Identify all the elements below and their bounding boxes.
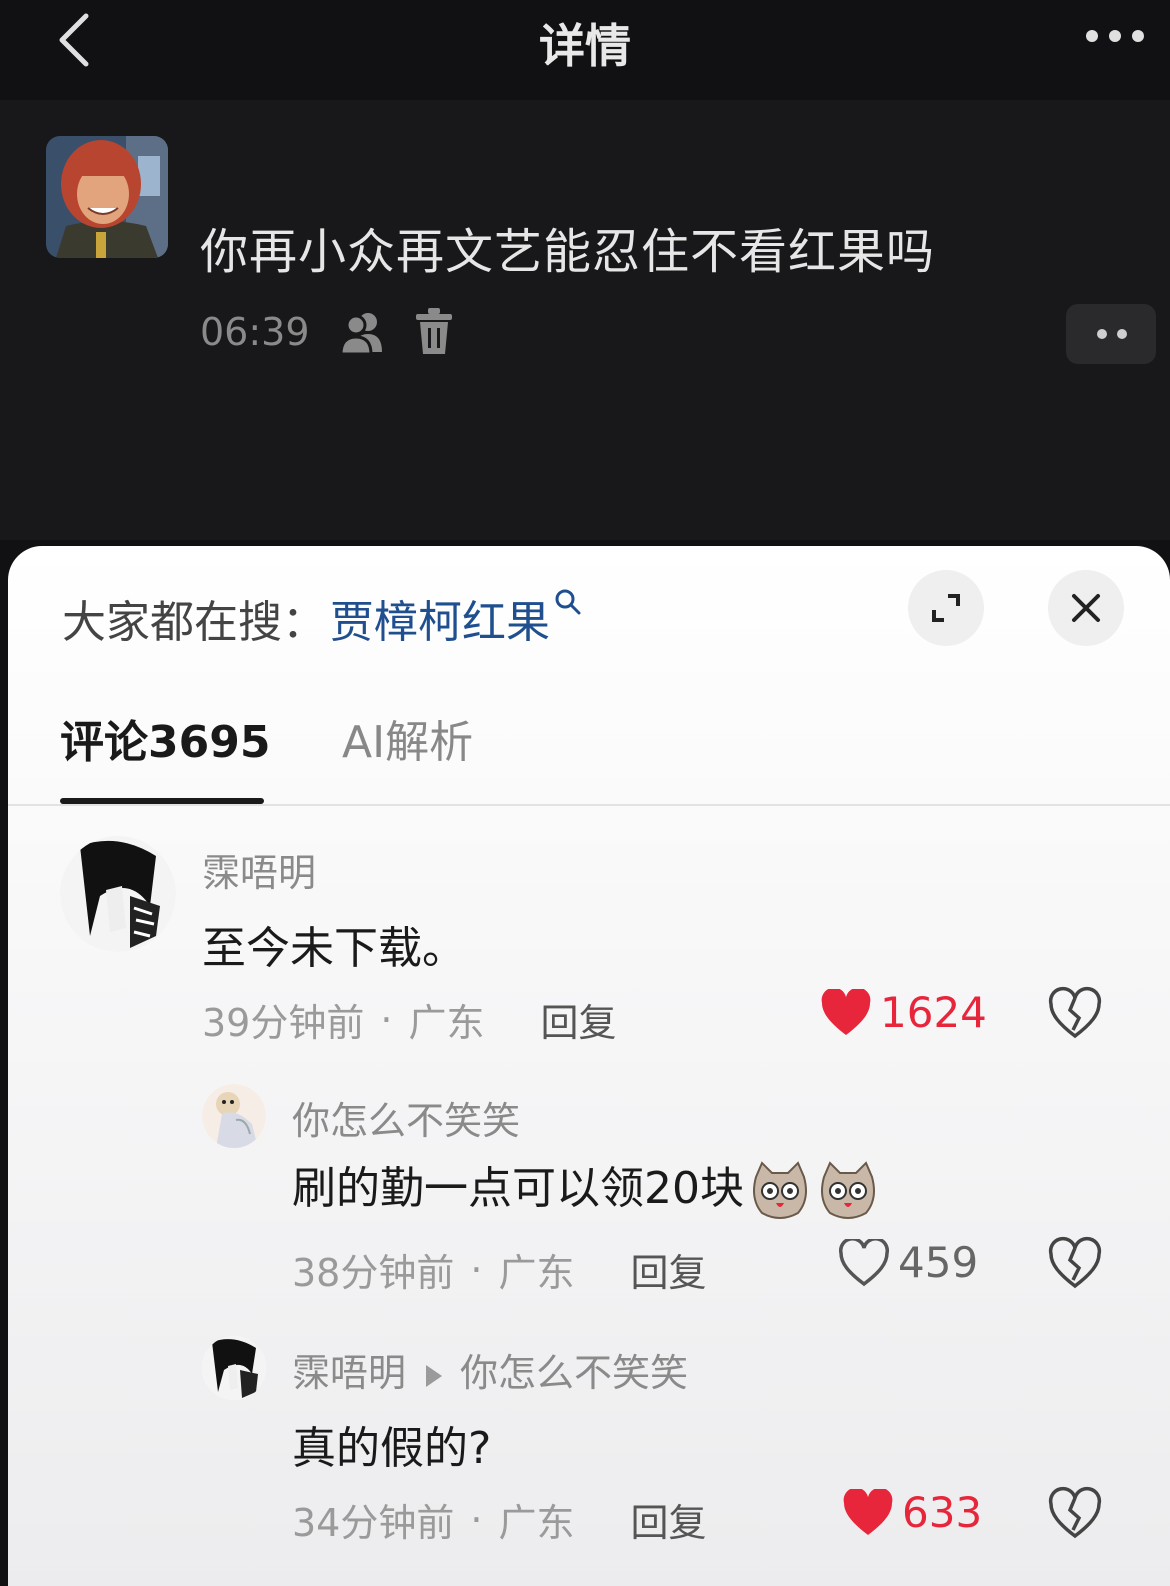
meta-separator: ·: [470, 1497, 483, 1542]
comment-meta: 39分钟前 · 广东 回复: [202, 992, 616, 1047]
meta-separator: ·: [380, 997, 393, 1042]
like-button[interactable]: 1624: [820, 988, 987, 1037]
expand-icon: [932, 594, 960, 622]
like-button[interactable]: 633: [842, 1488, 982, 1537]
comment-time: 39分钟前: [202, 1001, 365, 1045]
comment-text-content: 刷的勤一点可以领20块: [292, 1163, 744, 1214]
heart-filled-icon: [843, 1488, 893, 1535]
comment-text: 刷的勤一点可以领20块: [292, 1152, 880, 1223]
reply-button[interactable]: 回复: [630, 1492, 706, 1547]
tab-comments[interactable]: 评论3695: [60, 706, 270, 770]
reply-button[interactable]: 回复: [540, 992, 616, 1047]
broken-heart-icon: [1048, 986, 1102, 1039]
post-time: 06:39: [200, 310, 310, 354]
search-icon: [555, 589, 581, 615]
like-count: 1624: [880, 988, 987, 1037]
trash-icon[interactable]: [414, 308, 454, 356]
close-icon: [1072, 594, 1100, 622]
ellipsis-icon: [1086, 30, 1144, 42]
reply-target-author[interactable]: 你怎么不笑笑: [460, 1351, 688, 1395]
heart-filled-icon: [821, 988, 871, 1035]
comment-time: 38分钟前: [292, 1251, 455, 1295]
dislike-button[interactable]: [1048, 1236, 1102, 1290]
active-tab-indicator: [60, 798, 264, 804]
trending-search-term[interactable]: 贾樟柯红果: [330, 586, 550, 650]
post-meta: 06:39: [200, 306, 454, 358]
comment-time: 34分钟前: [292, 1501, 455, 1545]
like-button[interactable]: 459: [838, 1238, 978, 1287]
ellipsis-icon: [1097, 329, 1127, 339]
like-count: 633: [902, 1488, 983, 1537]
page-title: 详情: [539, 19, 631, 73]
close-button[interactable]: [1048, 570, 1124, 646]
comment-meta: 38分钟前 · 广东 回复: [292, 1242, 706, 1297]
post-text: 你再小众再文艺能忍住不看红果吗: [200, 224, 936, 280]
like-count: 459: [898, 1238, 979, 1287]
comment-text: 至今未下载。: [202, 923, 466, 974]
avatar[interactable]: [202, 1084, 266, 1148]
friends-visibility-icon[interactable]: [338, 308, 386, 356]
broken-heart-icon: [1048, 1236, 1102, 1289]
comment-location: 广东: [498, 1501, 575, 1545]
expand-button[interactable]: [908, 570, 984, 646]
comment-sheet: 大家都在搜： 贾樟柯红果 评论3695 AI解析 霂唔明 至今未下载。 39分钟…: [8, 546, 1170, 1586]
cat-emoji-icon: [821, 1161, 875, 1219]
tab-ai-analysis[interactable]: AI解析: [342, 706, 473, 770]
post: 你再小众再文艺能忍住不看红果吗 06:39: [0, 100, 1170, 540]
dislike-button[interactable]: [1048, 1486, 1102, 1540]
post-author-avatar[interactable]: [46, 136, 168, 258]
avatar[interactable]: [202, 1336, 266, 1400]
heart-outline-icon: [838, 1238, 890, 1286]
broken-heart-icon: [1048, 1486, 1102, 1539]
comment-text: 真的假的?: [292, 1423, 492, 1474]
comment-author[interactable]: 你怎么不笑笑: [292, 1090, 520, 1145]
post-more-button[interactable]: [1066, 304, 1156, 364]
trending-search-label: 大家都在搜：: [62, 597, 326, 648]
comment-author[interactable]: 霂唔明: [202, 842, 316, 897]
comment-tabs: 评论3695 AI解析: [8, 706, 1170, 806]
comment-author-line: 霂唔明 你怎么不笑笑: [292, 1342, 688, 1397]
comment-meta: 34分钟前 · 广东 回复: [292, 1492, 706, 1547]
dislike-button[interactable]: [1048, 986, 1102, 1040]
reply-arrow-icon: [426, 1364, 443, 1387]
avatar[interactable]: [60, 836, 176, 952]
trending-search-hint: 大家都在搜： 贾樟柯红果: [62, 586, 582, 650]
comment-location: 广东: [498, 1251, 575, 1295]
top-bar: 详情: [0, 0, 1170, 80]
comment-author[interactable]: 霂唔明: [292, 1351, 406, 1395]
cat-emoji-icon: [753, 1161, 807, 1219]
meta-separator: ·: [470, 1247, 483, 1292]
more-button[interactable]: [1080, 14, 1150, 58]
reply-button[interactable]: 回复: [630, 1242, 706, 1297]
comment-location: 广东: [408, 1001, 485, 1045]
